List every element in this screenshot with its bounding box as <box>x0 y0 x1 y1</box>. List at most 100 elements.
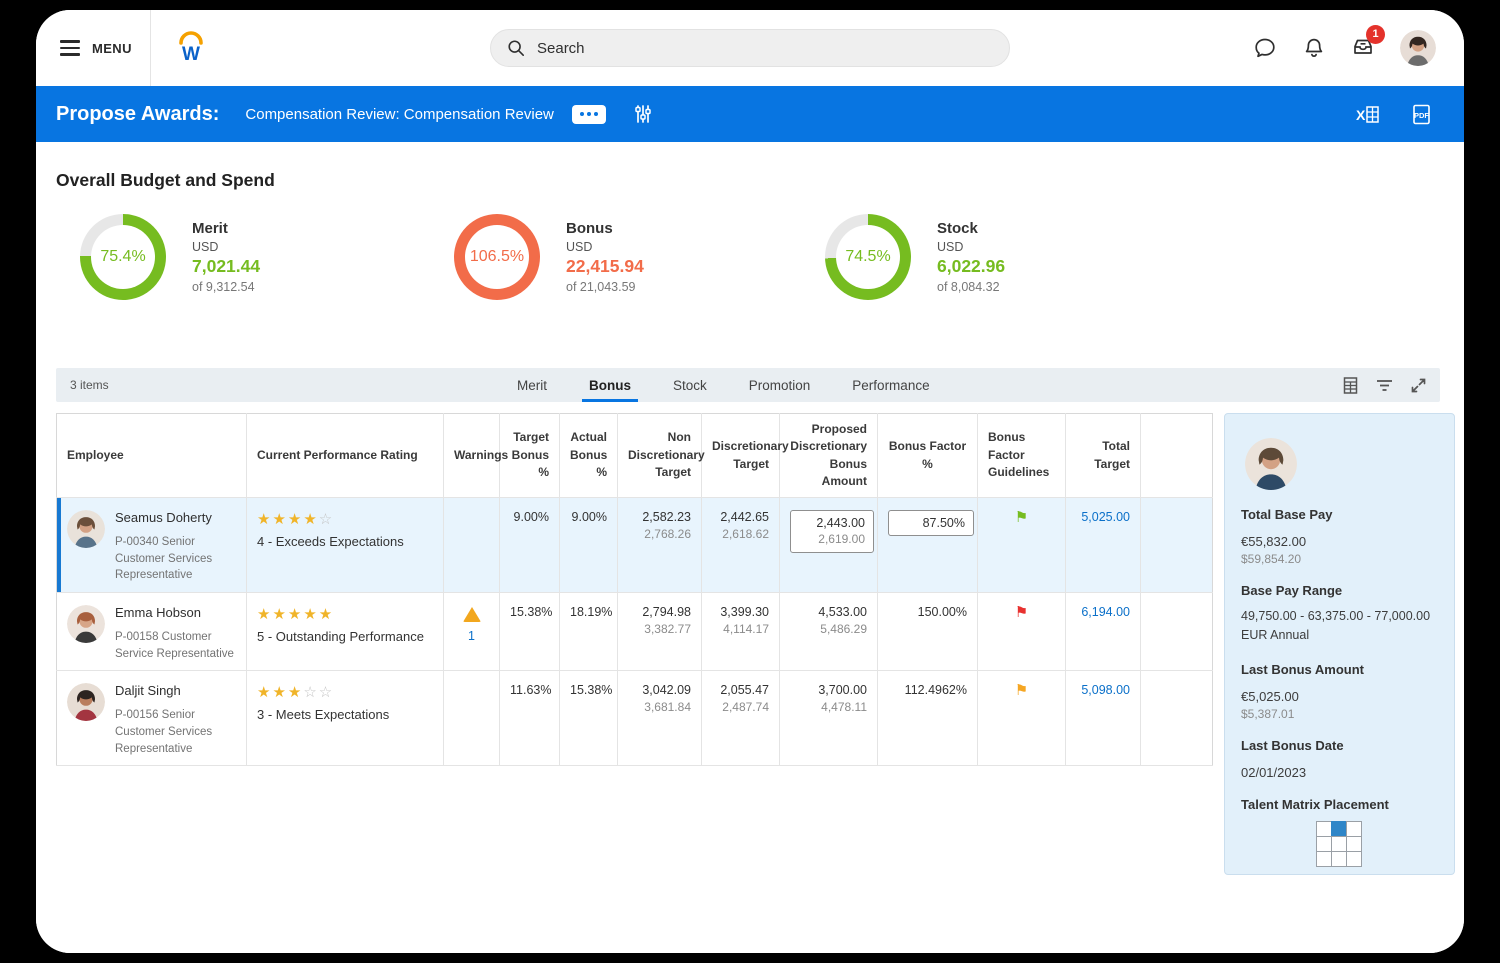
rating-text: 4 - Exceeds Expectations <box>257 534 433 549</box>
rating-stars-empty: ☆☆ <box>303 684 334 701</box>
col-bonus-factor-pct: Bonus Factor % <box>878 414 978 498</box>
col-employee: Employee <box>57 414 247 498</box>
inbox-tray-button[interactable]: 1 <box>1351 34 1375 63</box>
bonus-factor-input[interactable] <box>888 510 974 536</box>
budget-card-merit: 75.4% Merit USD 7,021.44 of 9,312.54 <box>80 214 260 300</box>
proposed-bonus-input[interactable]: 2,443.002,619.00 <box>790 510 874 553</box>
bonus-factor-cell: 150.00% <box>878 593 978 671</box>
target-bonus-cell: 11.63% <box>500 671 560 766</box>
warning-count-link[interactable]: 1 <box>454 629 489 643</box>
menu-button[interactable]: MENU <box>60 32 132 64</box>
tab-merit[interactable]: Merit <box>496 368 568 402</box>
page-header-bar: Propose Awards: Compensation Review: Com… <box>36 86 1464 142</box>
export-pdf-icon[interactable]: PDF <box>1409 102 1434 127</box>
last-bonus-date-value: 02/01/2023 <box>1241 765 1438 780</box>
discretionary-target-cell: 2,055.472,487.74 <box>702 671 780 766</box>
employee-avatar[interactable] <box>67 605 105 643</box>
last-bonus-amount-value: €5,025.00 <box>1241 689 1438 704</box>
employee-name[interactable]: Seamus Doherty <box>115 510 236 525</box>
col-current-performance-rating: Current Performance Rating <box>247 414 444 498</box>
export-excel-icon[interactable]: X <box>1356 102 1381 127</box>
employee-position: P-00340 Senior Customer Services Represe… <box>115 534 236 584</box>
merit-spent: 7,021.44 <box>192 256 260 277</box>
employee-name[interactable]: Emma Hobson <box>115 605 236 620</box>
table-row[interactable]: Seamus Doherty P-00340 Senior Customer S… <box>57 498 1213 593</box>
notifications-bell-icon[interactable] <box>1302 36 1326 60</box>
last-bonus-amount-secondary: $5,387.01 <box>1241 707 1438 721</box>
merit-total: of 9,312.54 <box>192 280 260 294</box>
divider <box>150 10 151 86</box>
col-discretionary-target: Discretionary Target <box>702 414 780 498</box>
grid-toolbar: 3 items Merit Bonus Stock Promotion Perf… <box>56 368 1440 402</box>
total-target-link[interactable]: 5,098.00 <box>1081 683 1130 697</box>
total-base-pay-secondary: $59,854.20 <box>1241 552 1438 566</box>
discretionary-target-cell: 3,399.304,114.17 <box>702 593 780 671</box>
col-total-target: Total Target <box>1066 414 1141 498</box>
rating-text: 3 - Meets Expectations <box>257 707 433 722</box>
compensation-table: Employee Current Performance Rating Warn… <box>56 413 1213 766</box>
proposed-bonus-cell: 3,700.004,478.11 <box>780 671 878 766</box>
employee-name[interactable]: Daljit Singh <box>115 683 236 698</box>
tab-performance[interactable]: Performance <box>831 368 950 402</box>
proposed-bonus-cell: 2,443.002,619.00 <box>780 498 878 593</box>
svg-text:W: W <box>182 44 200 64</box>
employee-position: P-00158 Customer Service Representative <box>115 629 236 662</box>
menu-label: MENU <box>92 41 132 56</box>
display-settings-icon[interactable] <box>632 103 654 125</box>
expand-icon[interactable] <box>1409 376 1428 395</box>
talent-matrix-grid[interactable] <box>1316 822 1363 867</box>
col-actual-bonus-pct: Actual Bonus % <box>560 414 618 498</box>
grid-view-icon[interactable] <box>1341 376 1360 395</box>
workday-logo-icon[interactable]: W <box>176 30 206 64</box>
chat-icon[interactable] <box>1253 36 1277 60</box>
svg-text:X: X <box>1356 107 1366 123</box>
bonus-factor-cell <box>878 498 978 593</box>
tab-promotion[interactable]: Promotion <box>728 368 832 402</box>
total-base-pay-value: €55,832.00 <box>1241 534 1438 549</box>
budget-card-bonus: 106.5% Bonus USD 22,415.94 of 21,043.59 <box>454 214 644 300</box>
table-row[interactable]: Emma Hobson P-00158 Customer Service Rep… <box>57 593 1213 671</box>
bonus-percent: 106.5% <box>470 248 524 266</box>
hamburger-icon <box>60 40 80 56</box>
employee-avatar[interactable] <box>67 510 105 548</box>
tab-bar: Merit Bonus Stock Promotion Performance <box>496 368 951 402</box>
warnings-cell <box>444 671 500 766</box>
stock-percent: 74.5% <box>845 248 890 266</box>
svg-text:PDF: PDF <box>1414 111 1429 120</box>
inbox-badge: 1 <box>1366 25 1385 44</box>
table-row[interactable]: Daljit Singh P-00156 Senior Customer Ser… <box>57 671 1213 766</box>
related-actions-button[interactable] <box>572 105 606 124</box>
col-non-discretionary-target: Non Discretionary Target <box>618 414 702 498</box>
search-input[interactable] <box>537 40 957 57</box>
base-pay-range-value: 49,750.00 - 63,375.00 - 77,000.00 <box>1241 607 1438 626</box>
bonus-spent: 22,415.94 <box>566 256 644 277</box>
spacer-cell <box>1141 671 1213 766</box>
rating-stars-filled: ★★★★ <box>257 511 319 528</box>
col-spacer <box>1141 414 1213 498</box>
page-title: Propose Awards: <box>56 103 219 126</box>
filter-icon[interactable] <box>1375 376 1394 395</box>
bonus-factor-guidelines-cell: ⚑ <box>978 498 1066 593</box>
section-title: Overall Budget and Spend <box>56 170 275 191</box>
total-target-link[interactable]: 6,194.00 <box>1081 605 1130 619</box>
warnings-cell: 1 <box>444 593 500 671</box>
bonus-label: Bonus <box>566 220 644 237</box>
total-base-pay-label: Total Base Pay <box>1241 507 1438 522</box>
discretionary-target-cell: 2,442.652,618.62 <box>702 498 780 593</box>
tab-bonus[interactable]: Bonus <box>568 368 652 402</box>
panel-avatar[interactable] <box>1245 438 1297 490</box>
items-count: 3 items <box>70 378 109 392</box>
merit-label: Merit <box>192 220 260 237</box>
stock-donut-chart: 74.5% <box>825 214 911 300</box>
rating-text: 5 - Outstanding Performance <box>257 629 433 644</box>
bonus-currency: USD <box>566 240 644 254</box>
employee-avatar[interactable] <box>67 683 105 721</box>
search-bar[interactable] <box>490 29 1010 67</box>
target-bonus-cell: 9.00% <box>500 498 560 593</box>
actual-bonus-cell: 15.38% <box>560 671 618 766</box>
tab-stock[interactable]: Stock <box>652 368 728 402</box>
user-avatar[interactable] <box>1400 30 1436 66</box>
total-target-link[interactable]: 5,025.00 <box>1081 510 1130 524</box>
non-discretionary-target-cell: 3,042.093,681.84 <box>618 671 702 766</box>
bonus-donut-chart: 106.5% <box>454 214 540 300</box>
